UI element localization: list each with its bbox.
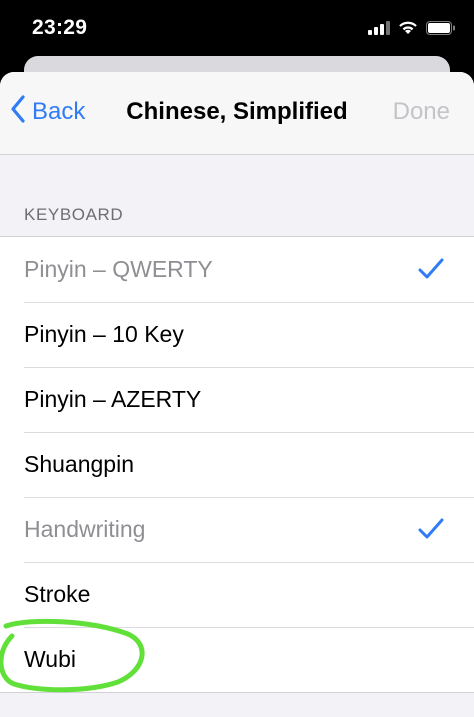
list-item-label: Pinyin – 10 Key	[24, 321, 184, 347]
keyboard-row-pinyin-10-key[interactable]: Pinyin – 10 Key	[0, 302, 474, 367]
list-item-label: Pinyin – AZERTY	[24, 386, 202, 412]
status-icons	[368, 20, 456, 40]
keyboard-row-wubi[interactable]: Wubi	[0, 627, 474, 692]
screen: 23:29 Back Chinese, Simplified Done KEYB…	[0, 0, 474, 717]
keyboard-row-shuangpin[interactable]: Shuangpin	[0, 432, 474, 497]
list-item-label: Wubi	[24, 646, 76, 672]
done-button[interactable]: Done	[393, 98, 450, 126]
keyboard-row-handwriting[interactable]: Handwriting	[0, 497, 474, 562]
battery-icon	[426, 20, 456, 40]
section-header-keyboard: KEYBOARD	[24, 205, 124, 224]
wifi-icon	[398, 20, 418, 40]
status-time: 23:29	[32, 16, 88, 39]
keyboard-row-stroke[interactable]: Stroke	[0, 562, 474, 627]
status-bar: 23:29	[0, 0, 474, 58]
list-item-label: Stroke	[24, 581, 91, 607]
keyboard-list: Pinyin – QWERTY Pinyin – 10 Key Pinyin –…	[0, 236, 474, 693]
checkmark-icon	[418, 257, 444, 286]
list-item-label: Handwriting	[24, 516, 146, 542]
modal-sheet: Back Chinese, Simplified Done KEYBOARD P…	[0, 72, 474, 717]
keyboard-row-pinyin-azerty[interactable]: Pinyin – AZERTY	[0, 367, 474, 432]
keyboard-row-pinyin-qwerty[interactable]: Pinyin – QWERTY	[0, 237, 474, 302]
navigation-bar: Back Chinese, Simplified Done	[0, 72, 474, 155]
list-item-label: Pinyin – QWERTY	[24, 256, 213, 282]
checkmark-icon	[418, 517, 444, 546]
cellular-signal-icon	[368, 20, 390, 40]
list-item-label: Shuangpin	[24, 451, 134, 477]
